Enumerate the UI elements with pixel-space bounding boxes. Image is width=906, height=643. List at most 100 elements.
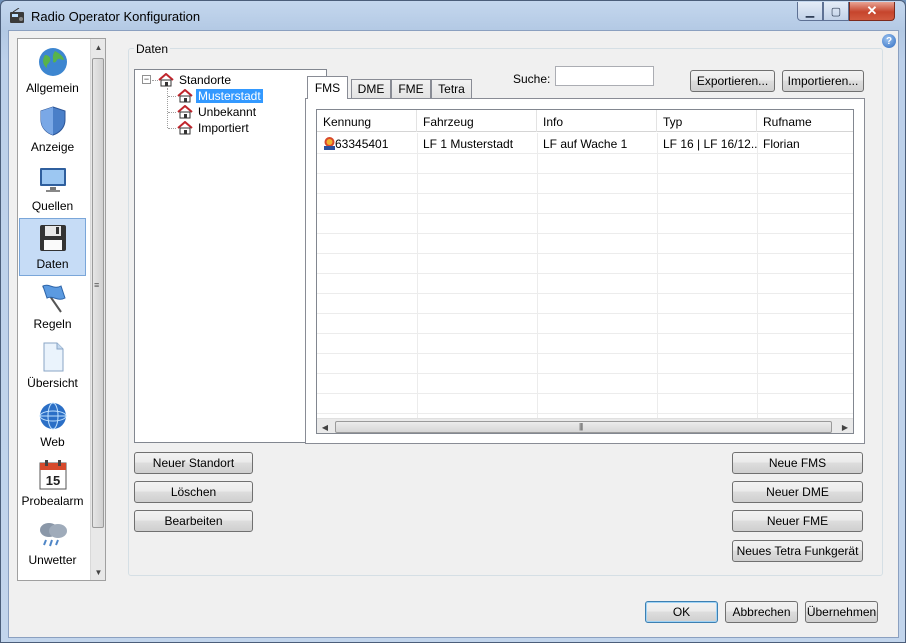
sidebar-item-label: Anzeige: [30, 140, 75, 154]
grid-line: [317, 253, 853, 254]
scroll-left-icon[interactable]: ◀: [317, 419, 333, 433]
maximize-button[interactable]: ▢: [823, 2, 849, 21]
tree-node-musterstadt[interactable]: Musterstadt: [177, 88, 263, 104]
tree-collapse-icon[interactable]: −: [142, 75, 151, 84]
cell-kennung: 63345401: [335, 137, 389, 151]
client-area: ? Allgemein Anzeige Quellen Daten Regeln…: [8, 30, 899, 638]
search-input[interactable]: [555, 66, 654, 86]
tree-line: [167, 88, 168, 128]
sidebar-scrollbar[interactable]: ▲ ≡ ▼: [90, 39, 105, 580]
maximize-icon: ▢: [830, 5, 842, 18]
apply-button[interactable]: Übernehmen: [805, 601, 878, 623]
tab-tetra[interactable]: Tetra: [431, 79, 472, 98]
group-title: Daten: [134, 42, 171, 56]
tab-fms[interactable]: FMS: [307, 76, 348, 99]
sidebar-item-quellen[interactable]: Quellen: [19, 159, 86, 217]
sidebar-item-probealarm[interactable]: 15 Probealarm: [19, 454, 86, 512]
tree-node-standorte[interactable]: Standorte: [158, 72, 233, 88]
column-header-fahrzeug[interactable]: Fahrzeug: [417, 110, 537, 132]
tree-node-unbekannt[interactable]: Unbekannt: [177, 104, 258, 120]
column-header-kennung[interactable]: Kennung: [317, 110, 417, 132]
grid-line: [317, 353, 853, 354]
tab-fme[interactable]: FME: [391, 79, 431, 98]
sidebar-scroll-thumb[interactable]: [92, 58, 104, 528]
grid-line: [317, 173, 853, 174]
storm-cloud-icon: [39, 523, 67, 547]
grid-line: [317, 293, 853, 294]
house-icon: [177, 89, 193, 103]
sidebar-item-label: Web: [40, 435, 65, 449]
document-icon: [43, 342, 63, 372]
grid-line: [537, 133, 538, 418]
grid-line: [317, 333, 853, 334]
tab-control: FMS DME FME Tetra Kennung Fahrzeug Info …: [305, 69, 865, 444]
minimize-button[interactable]: ▁: [797, 2, 823, 21]
calendar-day: 15: [45, 473, 59, 488]
sidebar-item-anzeige[interactable]: Anzeige: [19, 100, 86, 158]
sidebar-item-web[interactable]: Web: [19, 395, 86, 453]
sidebar-item-daten[interactable]: Daten: [19, 218, 86, 276]
ok-button[interactable]: OK: [645, 601, 718, 623]
sidebar-item-label: Unwetter: [28, 553, 77, 567]
help-icon[interactable]: ?: [882, 34, 896, 48]
grid-line: [317, 213, 853, 214]
tree-line: [168, 112, 176, 113]
tree-node-label: Unbekannt: [198, 105, 257, 119]
tab-label: Tetra: [438, 82, 465, 96]
export-button[interactable]: Exportieren...: [690, 70, 775, 92]
grid-line: [417, 133, 418, 418]
scroll-right-icon[interactable]: ▶: [837, 419, 853, 433]
scroll-up-icon[interactable]: ▲: [91, 39, 106, 55]
close-icon: ✕: [866, 3, 878, 18]
scroll-grip-icon: |||: [579, 422, 583, 431]
cell-fahrzeug: LF 1 Musterstadt: [423, 137, 514, 151]
tree-node-importiert[interactable]: Importiert: [177, 120, 251, 136]
new-tetra-button[interactable]: Neues Tetra Funkgerät: [732, 540, 863, 562]
grid-line: [317, 313, 853, 314]
fms-table[interactable]: Kennung Fahrzeug Info Typ Rufname 633454…: [316, 109, 854, 434]
cancel-button[interactable]: Abbrechen: [725, 601, 798, 623]
table-scroll-thumb[interactable]: |||: [335, 421, 832, 433]
column-header-info[interactable]: Info: [537, 110, 657, 132]
grid-line: [317, 153, 853, 154]
scroll-down-icon[interactable]: ▼: [91, 564, 106, 580]
minimize-icon: ▁: [805, 5, 815, 18]
grid-line: [317, 413, 853, 414]
shield-icon: [40, 106, 65, 136]
search-label: Suche:: [513, 72, 551, 86]
delete-button[interactable]: Löschen: [134, 481, 253, 503]
column-header-rufname[interactable]: Rufname: [757, 110, 853, 132]
new-location-button[interactable]: Neuer Standort: [134, 452, 253, 474]
web-globe-icon: [39, 402, 66, 430]
sidebar-item-label: Quellen: [31, 199, 74, 213]
house-icon: [177, 121, 193, 135]
title-bar[interactable]: Radio Operator Konfiguration ▁ ▢ ✕: [1, 1, 905, 31]
new-fms-button[interactable]: Neue FMS: [732, 452, 863, 474]
table-horizontal-scrollbar[interactable]: ◀ ||| ▶: [317, 418, 853, 433]
import-button[interactable]: Importieren...: [782, 70, 864, 92]
config-window: Radio Operator Konfiguration ▁ ▢ ✕ ? All…: [0, 0, 906, 643]
tab-dme[interactable]: DME: [351, 79, 391, 98]
sidebar-item-regeln[interactable]: Regeln: [19, 277, 86, 335]
tab-label: FMS: [314, 81, 341, 95]
sidebar-item-allgemein[interactable]: Allgemein: [19, 41, 86, 99]
floppy-disk-icon: [39, 225, 66, 251]
edit-button[interactable]: Bearbeiten: [134, 510, 253, 532]
globe-icon: [38, 48, 67, 76]
sidebar-item-label: Regeln: [33, 317, 72, 331]
cell-typ: LF 16 | LF 16/12...: [663, 137, 757, 151]
table-row[interactable]: 63345401 LF 1 Musterstadt LF auf Wache 1…: [317, 133, 853, 153]
table-header: Kennung Fahrzeug Info Typ Rufname: [317, 110, 853, 132]
sidebar-item-unwetter[interactable]: Unwetter: [19, 513, 86, 571]
new-fme-button[interactable]: Neuer FME: [732, 510, 863, 532]
grid-line: [317, 393, 853, 394]
cell-info: LF auf Wache 1: [543, 137, 628, 151]
sidebar: Allgemein Anzeige Quellen Daten Regeln Ü…: [17, 38, 106, 581]
location-tree[interactable]: − Standorte Musterstadt Unbekannt Import…: [134, 69, 327, 443]
column-header-typ[interactable]: Typ: [657, 110, 757, 132]
sidebar-item-uebersicht[interactable]: Übersicht: [19, 336, 86, 394]
sidebar-item-label: Probealarm: [21, 494, 84, 508]
scroll-grip-icon: ≡: [94, 280, 100, 290]
close-button[interactable]: ✕: [849, 2, 895, 21]
new-dme-button[interactable]: Neuer DME: [732, 481, 863, 503]
